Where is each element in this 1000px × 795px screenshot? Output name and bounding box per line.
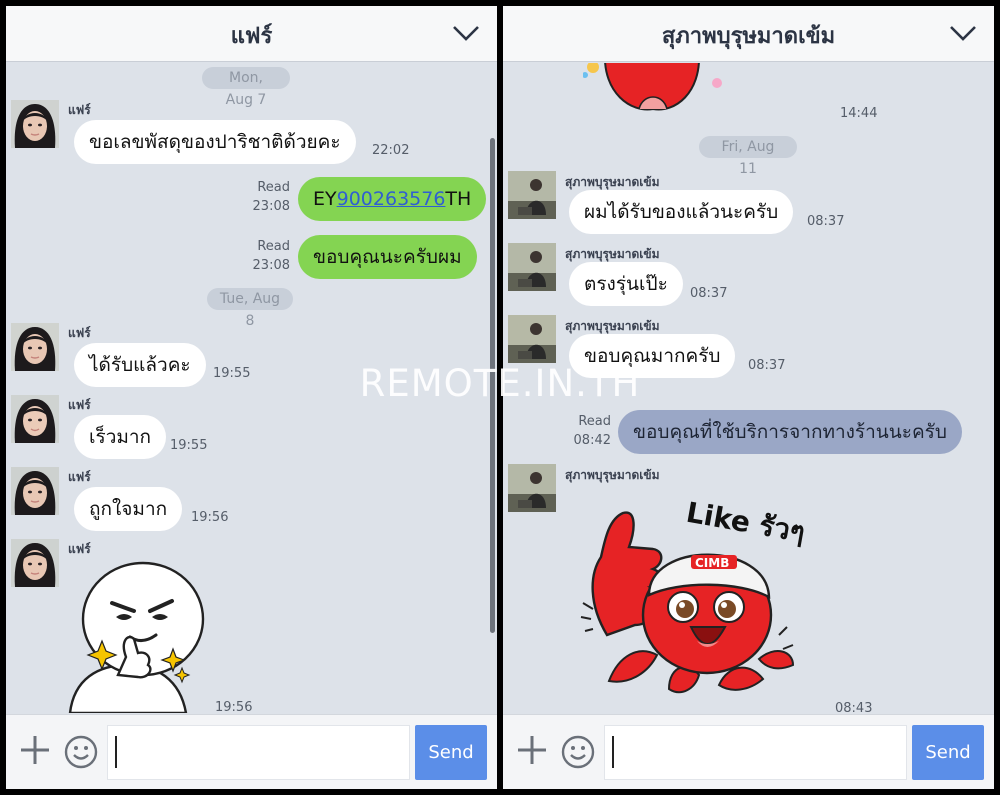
message-time: 19:56	[215, 700, 253, 714]
send-button[interactable]: Send	[415, 725, 487, 780]
sticker-partial[interactable]	[583, 63, 723, 113]
chat-title: แฟร์	[230, 24, 273, 49]
send-button[interactable]: Send	[912, 725, 984, 780]
read-receipt: Read 23:08	[246, 237, 290, 275]
avatar[interactable]	[11, 539, 59, 587]
date-separator: Tue, Aug 8	[207, 288, 293, 329]
message-input[interactable]	[604, 725, 907, 780]
tracking-prefix: EY	[313, 188, 337, 210]
message-time: 08:43	[835, 701, 873, 714]
sender-name: แฟร์	[68, 470, 91, 484]
avatar[interactable]	[508, 171, 556, 219]
emoji-icon[interactable]	[64, 735, 98, 769]
message-bubble[interactable]: เร็วมาก	[74, 415, 167, 459]
date-separator: Mon, Aug 7	[202, 67, 290, 108]
sender-name: แฟร์	[68, 326, 91, 340]
chat-header: แฟร์	[6, 6, 497, 62]
message-time: 23:08	[252, 199, 290, 214]
message-time: 14:44	[840, 106, 878, 121]
text-caret	[612, 736, 614, 768]
message-time: 19:55	[170, 438, 208, 453]
input-bar: Send	[503, 714, 994, 789]
plus-icon[interactable]	[20, 735, 50, 765]
message-bubble[interactable]: ถูกใจมาก	[74, 487, 183, 531]
text-caret	[115, 736, 117, 768]
read-label: Read	[578, 414, 611, 429]
message-time: 19:56	[191, 510, 229, 525]
message-bubble-outgoing[interactable]: ขอบคุณนะครับผม	[298, 235, 477, 279]
tracking-number-link[interactable]: 900263576	[337, 188, 446, 210]
message-bubble[interactable]: ผมได้รับของแล้วนะครับ	[569, 190, 794, 234]
avatar[interactable]	[508, 464, 556, 512]
read-label: Read	[257, 239, 290, 254]
message-bubble[interactable]: ขอเลขพัสดุของปาริชาติด้วยคะ	[74, 120, 356, 164]
sticker-thumbs-up-man[interactable]	[68, 561, 218, 713]
date-separator: Fri, Aug 11	[699, 136, 797, 177]
read-receipt: Read 08:42	[573, 412, 611, 450]
plus-icon[interactable]	[517, 735, 547, 765]
watermark: REMOTE.IN.TH	[359, 362, 641, 405]
input-bar: Send	[6, 714, 497, 789]
avatar[interactable]	[11, 467, 59, 515]
sticker-octopus-like[interactable]: Like รัวๆ CIMB	[579, 485, 814, 714]
avatar[interactable]	[11, 100, 59, 148]
message-time: 08:37	[690, 286, 728, 301]
read-receipt: Read 23:08	[246, 178, 290, 216]
avatar[interactable]	[508, 243, 556, 291]
read-label: Read	[257, 180, 290, 195]
sticker-caption: Like รัวๆ	[684, 496, 808, 549]
message-bubble[interactable]: ตรงรุ่นเป๊ะ	[569, 262, 683, 306]
chat-header: สุภาพบุรุษมาดเข้ม	[503, 6, 994, 62]
chevron-down-icon[interactable]	[451, 19, 481, 47]
message-time: 22:02	[372, 143, 410, 158]
sender-name: แฟร์	[68, 103, 91, 117]
brand-logo: CIMB	[695, 556, 729, 570]
message-bubble-outgoing[interactable]: EY900263576TH	[298, 177, 487, 221]
message-time: 08:37	[807, 214, 845, 229]
message-input[interactable]	[107, 725, 410, 780]
chat-title: สุภาพบุรุษมาดเข้ม	[661, 24, 836, 49]
avatar[interactable]	[508, 315, 556, 363]
sender-name: สุภาพบุรุษมาดเข้ม	[565, 468, 660, 482]
message-time: 23:08	[252, 258, 290, 273]
chevron-down-icon[interactable]	[948, 19, 978, 47]
message-time: 08:42	[573, 433, 611, 448]
sender-name: แฟร์	[68, 542, 91, 556]
emoji-icon[interactable]	[561, 735, 595, 769]
message-bubble-outgoing[interactable]: ขอบคุณที่ใช้บริการจากทางร้านนะครับ	[618, 410, 962, 454]
tracking-suffix: TH	[445, 188, 472, 210]
